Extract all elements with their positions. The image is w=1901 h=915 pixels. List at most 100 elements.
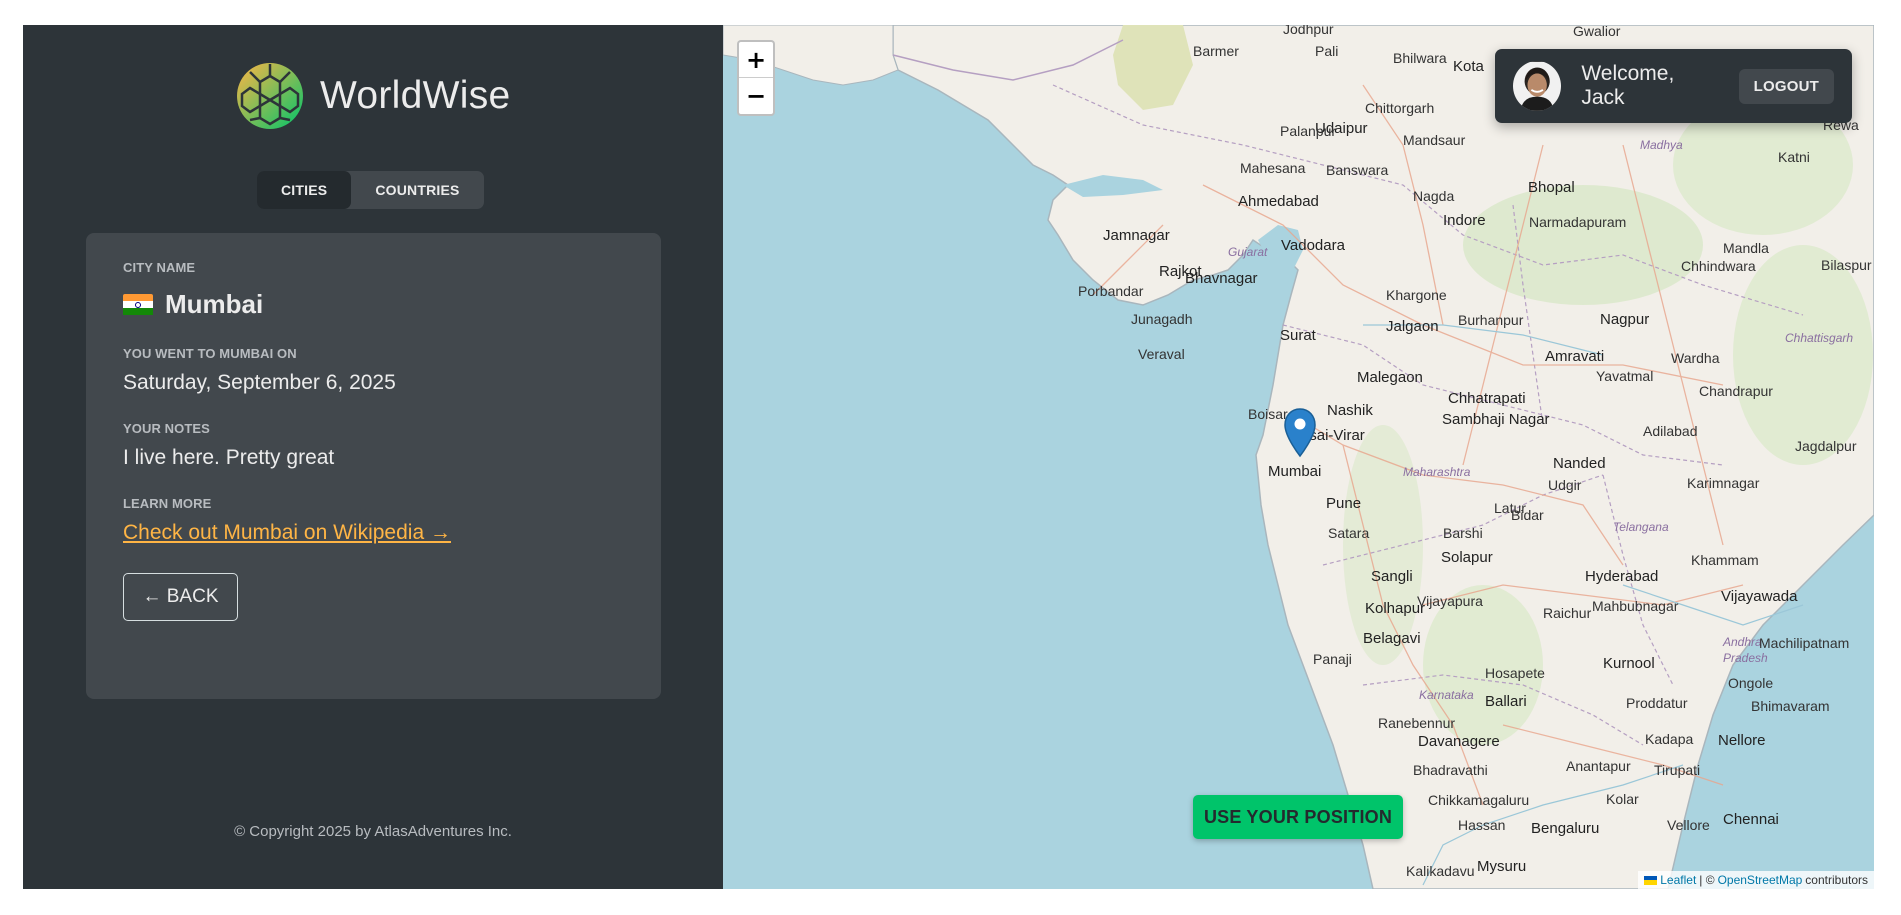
region-label: Chhattisgarh <box>1785 331 1854 345</box>
india-flag-icon <box>123 293 153 316</box>
map-attribution: Leaflet | © OpenStreetMap contributors <box>1638 871 1874 889</box>
place-label: Raichur <box>1543 605 1592 621</box>
app-root: WorldWise CITIES COUNTRIES CITY NAME Mum… <box>23 25 1874 889</box>
region-label: Andhra <box>1723 635 1762 649</box>
openstreetmap-link[interactable]: OpenStreetMap <box>1718 873 1803 887</box>
region-label: Pradesh <box>1723 651 1768 665</box>
place-label: Chhindwara <box>1681 258 1756 274</box>
place-label: Bhilwara <box>1393 50 1447 66</box>
place-label: Wardha <box>1671 350 1720 366</box>
place-label: Nashik <box>1327 402 1373 419</box>
attribution-suffix: contributors <box>1805 873 1868 887</box>
visit-date-label: YOU WENT TO MUMBAI ON <box>123 346 297 361</box>
place-label: Jamnagar <box>1103 227 1170 244</box>
place-label: Chhatrapati <box>1448 390 1526 407</box>
region-label: Karnataka <box>1419 688 1474 702</box>
city-details-card: CITY NAME Mumbai YOU WENT TO MUMBAI ON S… <box>86 233 661 699</box>
place-label: Belagavi <box>1363 630 1421 647</box>
place-label: Vijayawada <box>1721 588 1798 605</box>
place-label: Satara <box>1328 525 1370 541</box>
place-label: Hosapete <box>1485 665 1545 681</box>
zoom-in-button[interactable]: + <box>739 42 773 78</box>
region-label: Maharashtra <box>1403 465 1471 479</box>
learn-more-label: LEARN MORE <box>123 496 212 511</box>
tab-nav: CITIES COUNTRIES <box>257 171 484 209</box>
logout-button[interactable]: LOGOUT <box>1738 68 1834 104</box>
place-label: Narmadapuram <box>1529 214 1627 230</box>
back-button[interactable]: ← BACK <box>123 573 238 621</box>
place-label: Bhavnagar <box>1185 270 1258 287</box>
city-name-section: CITY NAME Mumbai <box>123 260 624 320</box>
place-label: Yavatmal <box>1596 368 1654 384</box>
notes-section: YOUR NOTES I live here. Pretty great <box>123 421 624 470</box>
tab-cities[interactable]: CITIES <box>257 171 352 209</box>
place-label: Chennai <box>1723 811 1779 828</box>
city-name: Mumbai <box>165 289 264 319</box>
map-pin-icon[interactable] <box>1283 408 1317 458</box>
place-label: Vellore <box>1667 817 1710 833</box>
place-label: Mandsaur <box>1403 132 1466 148</box>
use-position-button[interactable]: USE YOUR POSITION <box>1193 795 1403 839</box>
place-label: Hassan <box>1458 817 1506 833</box>
place-label: Amravati <box>1545 348 1605 365</box>
place-label: Nanded <box>1553 455 1606 472</box>
place-label: Kalikadavu <box>1406 863 1475 879</box>
visit-date-value: Saturday, September 6, 2025 <box>123 371 396 394</box>
zoom-control: + − <box>737 40 775 116</box>
visit-date-section: YOU WENT TO MUMBAI ON Saturday, Septembe… <box>123 346 624 395</box>
place-label: Pali <box>1315 43 1339 59</box>
place-label: Nellore <box>1718 732 1766 749</box>
place-label: Khammam <box>1691 552 1759 568</box>
tab-countries[interactable]: COUNTRIES <box>351 171 483 209</box>
learn-more-section: LEARN MORE Check out Mumbai on Wikipedia… <box>123 496 624 545</box>
place-label: Junagadh <box>1131 311 1193 327</box>
place-label: Bhadravathi <box>1413 762 1488 778</box>
place-label: Mysuru <box>1477 858 1527 875</box>
place-label: Kolar <box>1606 791 1639 807</box>
welcome-text: Welcome, Jack <box>1581 62 1675 109</box>
place-label: Boisar <box>1248 406 1288 422</box>
notes-label: YOUR NOTES <box>123 421 210 436</box>
place-label: Chikkamagaluru <box>1428 792 1530 808</box>
place-label: Khargone <box>1386 287 1447 303</box>
place-label: Ranebennur <box>1378 715 1456 731</box>
logo[interactable]: WorldWise <box>236 62 511 130</box>
wikipedia-link[interactable]: Check out Mumbai on Wikipedia → <box>123 521 451 545</box>
place-label: Katni <box>1778 149 1810 165</box>
place-label: Indore <box>1443 212 1486 229</box>
place-label: Kurnool <box>1603 655 1655 672</box>
place-label: Banswara <box>1326 162 1389 178</box>
place-label: Jodhpur <box>1283 25 1334 37</box>
place-label: Nagpur <box>1600 311 1650 328</box>
place-label: Panaji <box>1313 651 1352 667</box>
place-label: Mahbubnagar <box>1592 598 1679 614</box>
place-label: Davanagere <box>1418 733 1500 750</box>
place-label: Porbandar <box>1078 283 1144 299</box>
app-name: WorldWise <box>320 74 511 117</box>
globe-logo-icon <box>237 63 303 129</box>
city-name-label: CITY NAME <box>123 260 196 275</box>
user-avatar-icon <box>1513 61 1562 111</box>
place-label: Jalgaon <box>1386 318 1439 335</box>
place-label: Proddatur <box>1626 695 1688 711</box>
place-label: Mumbai <box>1268 463 1322 480</box>
zoom-out-button[interactable]: − <box>739 78 773 114</box>
place-label: Gwalior <box>1573 25 1621 39</box>
place-label: Barmer <box>1193 43 1239 59</box>
place-label: Ballari <box>1485 693 1527 710</box>
place-label: Adilabad <box>1643 423 1698 439</box>
leaflet-link[interactable]: Leaflet <box>1660 873 1696 887</box>
place-label: Solapur <box>1441 549 1493 566</box>
place-label: Palanpur <box>1280 123 1337 139</box>
place-label: Kadapa <box>1645 731 1694 747</box>
place-label: Kota <box>1453 58 1484 75</box>
place-label: Mandla <box>1723 240 1769 256</box>
place-label: Machilipatnam <box>1759 635 1850 651</box>
place-label: Ahmedabad <box>1238 193 1319 210</box>
region-label: Telangana <box>1613 520 1669 534</box>
place-label: Tirupati <box>1654 762 1701 778</box>
place-label: Burhanpur <box>1458 312 1524 328</box>
place-label: Anantapur <box>1566 758 1631 774</box>
place-label: Barshi <box>1443 525 1483 541</box>
map-container[interactable]: Jodhpur Gwalior Barmer Pali Bhilwara Kot… <box>723 25 1874 889</box>
